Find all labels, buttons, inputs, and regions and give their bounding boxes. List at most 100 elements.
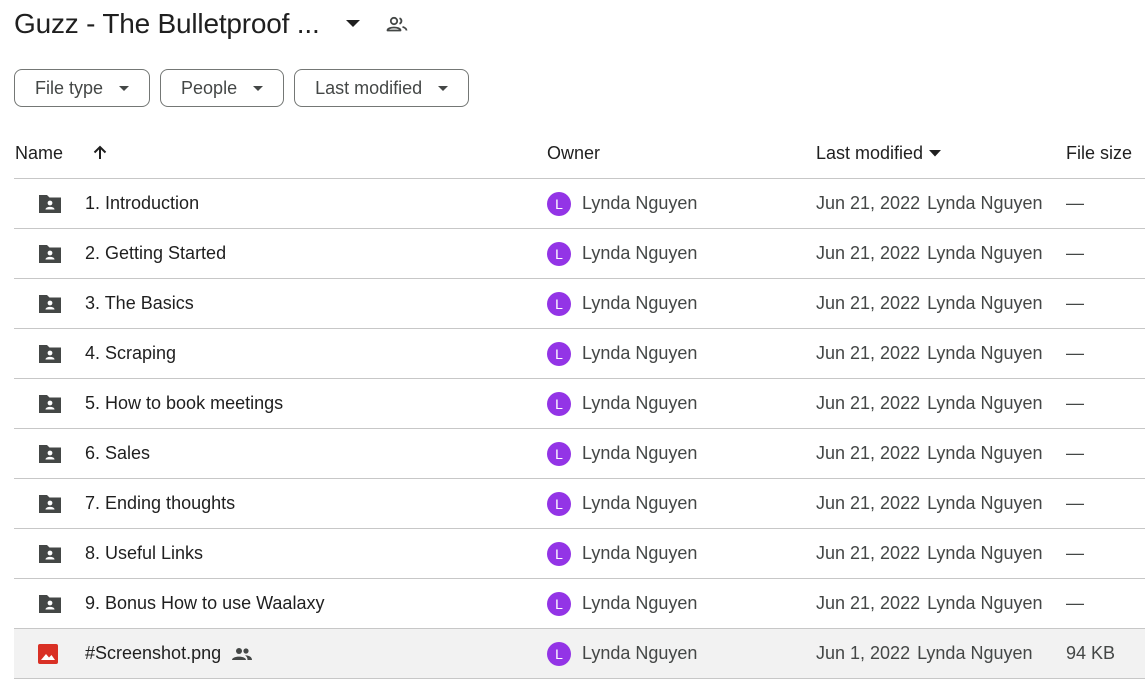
owner-cell: L Lynda Nguyen — [547, 579, 697, 628]
file-row[interactable]: 6. Sales L Lynda Nguyen Jun 21, 2022 Lynda… — [14, 429, 1145, 479]
modified-cell: Jun 21, 2022 Lynda Nguyen — [816, 279, 1043, 328]
modified-by: Lynda Nguyen — [927, 393, 1043, 413]
column-header-label: Last modified — [816, 142, 924, 163]
file-row[interactable]: 3. The Basics L Lynda Nguyen Jun 21, 2022… — [14, 279, 1145, 329]
owner-cell: L Lynda Nguyen — [547, 229, 697, 278]
avatar: L — [547, 291, 571, 316]
shared-folder-icon — [37, 429, 63, 478]
modified-by: Lynda Nguyen — [927, 543, 1043, 563]
file-size: — — [1066, 493, 1084, 513]
modified-date: Jun 21, 2022 — [816, 293, 921, 313]
owner-name: Lynda Nguyen — [582, 393, 698, 413]
shared-folder-icon — [37, 529, 63, 578]
file-name: 3. The Basics — [85, 293, 194, 313]
file-name: #Screenshot.png — [85, 643, 222, 663]
owner-cell: L Lynda Nguyen — [547, 329, 697, 378]
filter-label: People — [181, 77, 238, 98]
file-name: 7. Ending thoughts — [85, 493, 236, 513]
file-size: — — [1066, 393, 1084, 413]
modified-cell: Jun 21, 2022 Lynda Nguyen — [816, 529, 1043, 578]
modified-date: Jun 21, 2022 — [816, 543, 921, 563]
image-file-icon — [37, 629, 59, 678]
modified-by: Lynda Nguyen — [927, 343, 1043, 363]
owner-name: Lynda Nguyen — [582, 293, 698, 313]
shared-folder-icon — [37, 479, 63, 528]
modified-cell: Jun 21, 2022 Lynda Nguyen — [816, 429, 1043, 478]
file-row[interactable]: 4. Scraping L Lynda Nguyen Jun 21, 2022 Ly… — [14, 329, 1145, 379]
sort-arrow-up-icon[interactable] — [92, 128, 108, 178]
modified-cell: Jun 21, 2022 Lynda Nguyen — [816, 479, 1043, 528]
file-size: 94 KB — [1066, 643, 1116, 663]
shared-people-icon — [231, 647, 253, 661]
modified-cell: Jun 1, 2022 Lynda Nguyen — [816, 629, 1033, 678]
modified-by: Lynda Nguyen — [927, 593, 1043, 613]
file-name: 2. Getting Started — [85, 243, 227, 263]
file-name: 1. Introduction — [85, 193, 200, 213]
file-size: — — [1066, 243, 1084, 263]
file-name: 6. Sales — [85, 443, 151, 463]
file-size: — — [1066, 593, 1084, 613]
owner-cell: L Lynda Nguyen — [547, 179, 697, 228]
modified-date: Jun 21, 2022 — [816, 393, 921, 413]
file-row[interactable]: 9. Bonus How to use Waalaxy L Lynda Nguye… — [14, 579, 1145, 629]
people-filter[interactable]: People — [160, 69, 285, 107]
modified-by: Lynda Nguyen — [927, 443, 1043, 463]
column-header-name[interactable]: Name — [15, 128, 63, 178]
owner-cell: L Lynda Nguyen — [547, 429, 697, 478]
title-bar: Guzz - The Bulletproof ... — [14, 4, 408, 44]
modified-date: Jun 21, 2022 — [816, 443, 921, 463]
file-row[interactable]: 8. Useful Links L Lynda Nguyen Jun 21, 20… — [14, 529, 1145, 579]
avatar: L — [547, 241, 571, 266]
file-list: 1. Introduction L Lynda Nguyen Jun 21, 20… — [14, 179, 1145, 679]
owner-name: Lynda Nguyen — [582, 243, 698, 263]
column-header-last-modified[interactable]: Last modified — [816, 128, 942, 178]
avatar: L — [547, 641, 571, 666]
folder-title[interactable]: Guzz - The Bulletproof ... — [14, 8, 320, 40]
avatar: L — [547, 441, 571, 466]
modified-cell: Jun 21, 2022 Lynda Nguyen — [816, 229, 1043, 278]
shared-folder-icon — [37, 229, 63, 278]
owner-cell: L Lynda Nguyen — [547, 629, 697, 678]
file-row[interactable]: 7. Ending thoughts L Lynda Nguyen Jun 21,… — [14, 479, 1145, 529]
arrow-drop-down-icon[interactable] — [345, 20, 360, 28]
modified-by: Lynda Nguyen — [917, 643, 1033, 663]
file-size: — — [1066, 193, 1084, 213]
shared-people-icon[interactable] — [386, 16, 408, 32]
owner-cell: L Lynda Nguyen — [547, 529, 697, 578]
owner-name: Lynda Nguyen — [582, 493, 698, 513]
column-header-file-size[interactable]: File size — [1066, 128, 1132, 178]
modified-date: Jun 21, 2022 — [816, 343, 921, 363]
shared-folder-icon — [37, 179, 63, 228]
modified-by: Lynda Nguyen — [927, 243, 1043, 263]
file-size: — — [1066, 343, 1084, 363]
file-type-filter[interactable]: File type — [14, 69, 151, 107]
file-name: 8. Useful Links — [85, 543, 204, 563]
modified-date: Jun 21, 2022 — [816, 193, 921, 213]
owner-name: Lynda Nguyen — [582, 593, 698, 613]
modified-cell: Jun 21, 2022 Lynda Nguyen — [816, 579, 1043, 628]
avatar: L — [547, 191, 571, 216]
owner-name: Lynda Nguyen — [582, 193, 698, 213]
avatar: L — [547, 391, 571, 416]
file-name: 9. Bonus How to use Waalaxy — [85, 593, 325, 613]
modified-date: Jun 21, 2022 — [816, 493, 921, 513]
owner-cell: L Lynda Nguyen — [547, 279, 697, 328]
column-header-owner[interactable]: Owner — [547, 128, 600, 178]
last-modified-filter[interactable]: Last modified — [294, 69, 470, 107]
shared-folder-icon — [37, 329, 63, 378]
file-size: — — [1066, 293, 1084, 313]
file-name: 4. Scraping — [85, 343, 177, 363]
modified-cell: Jun 21, 2022 Lynda Nguyen — [816, 179, 1043, 228]
shared-folder-icon — [37, 579, 63, 628]
file-row[interactable]: 2. Getting Started L Lynda Nguyen Jun 21,… — [14, 229, 1145, 279]
chevron-down-icon — [253, 85, 264, 91]
avatar: L — [547, 341, 571, 366]
avatar: L — [547, 541, 571, 566]
modified-cell: Jun 21, 2022 Lynda Nguyen — [816, 379, 1043, 428]
file-row[interactable]: 1. Introduction L Lynda Nguyen Jun 21, 20… — [14, 179, 1145, 229]
modified-date: Jun 21, 2022 — [816, 593, 921, 613]
modified-by: Lynda Nguyen — [927, 193, 1043, 213]
arrow-drop-down-icon — [929, 149, 942, 157]
file-row[interactable]: #Screenshot.png L Lynda Nguyen Jun 1, 202… — [14, 629, 1145, 679]
file-row[interactable]: 5. How to book meetings L Lynda Nguyen Ju… — [14, 379, 1145, 429]
